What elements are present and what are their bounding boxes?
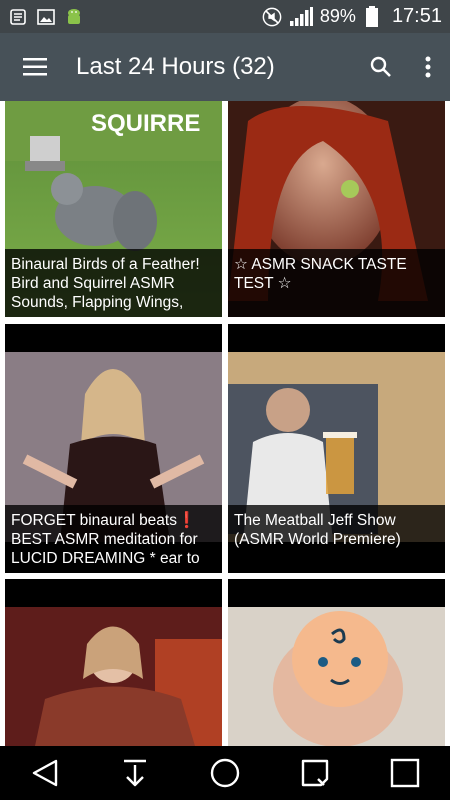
- menu-button[interactable]: [0, 33, 70, 101]
- app-bar: Last 24 Hours (32): [0, 33, 450, 101]
- video-title: FORGET binaural beats❗ BEST ASMR meditat…: [5, 505, 222, 573]
- download-icon: [124, 759, 146, 787]
- video-thumbnail: [228, 579, 445, 746]
- search-button[interactable]: [356, 33, 406, 101]
- home-icon: [210, 758, 240, 788]
- back-icon: [32, 759, 58, 787]
- square-icon: [390, 758, 420, 788]
- search-icon: [370, 56, 391, 77]
- video-card[interactable]: The Meatball Jeff Show (ASMR World Premi…: [228, 324, 445, 573]
- page-title: Last 24 Hours (32): [76, 53, 275, 80]
- signal-icon: [288, 6, 314, 27]
- notification-icon: [8, 7, 28, 27]
- thumbnail-text: SQUIRRE: [91, 110, 200, 137]
- battery-percent: 89%: [319, 6, 356, 26]
- video-grid: SQUIRRE Binaural Birds of a Feather! Bir…: [0, 101, 450, 746]
- gallery-icon: [36, 7, 56, 27]
- download-button[interactable]: [105, 746, 165, 800]
- more-vert-icon: [425, 56, 431, 78]
- navigation-bar: [0, 746, 450, 800]
- home-button[interactable]: [195, 746, 255, 800]
- video-card[interactable]: [5, 579, 222, 746]
- video-title: Binaural Birds of a Feather! Bird and Sq…: [5, 249, 222, 317]
- more-options-button[interactable]: [406, 33, 450, 101]
- back-button[interactable]: [15, 746, 75, 800]
- recents-icon: [301, 759, 329, 787]
- video-card[interactable]: ☆ ASMR SNACK TASTE TEST ☆: [228, 101, 445, 317]
- square-button[interactable]: [375, 746, 435, 800]
- video-card[interactable]: SQUIRRE Binaural Birds of a Feather! Bir…: [5, 101, 222, 317]
- video-title: The Meatball Jeff Show (ASMR World Premi…: [228, 505, 445, 573]
- video-card[interactable]: [228, 579, 445, 746]
- mute-icon: [262, 7, 282, 27]
- recents-button[interactable]: [285, 746, 345, 800]
- battery-icon: [362, 5, 382, 27]
- clock: 17:51: [391, 5, 442, 27]
- hamburger-icon: [23, 58, 47, 76]
- video-title: ☆ ASMR SNACK TASTE TEST ☆: [228, 249, 445, 317]
- video-thumbnail: [5, 579, 222, 746]
- video-card[interactable]: FORGET binaural beats❗ BEST ASMR meditat…: [5, 324, 222, 573]
- android-icon: [64, 7, 84, 27]
- status-bar: 89% 17:51: [0, 0, 450, 33]
